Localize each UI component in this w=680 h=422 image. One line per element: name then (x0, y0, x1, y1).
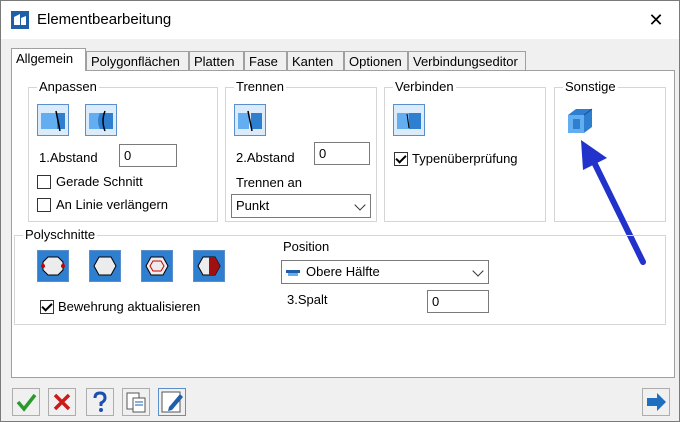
app-icon (11, 11, 29, 29)
bewehrung-checkbox[interactable] (40, 300, 54, 314)
group-anpassen: Anpassen 1.Abstand 0 Gerade Schnitt An L… (28, 79, 218, 222)
tab-polygonflaechen[interactable]: Polygonflächen (86, 51, 189, 71)
gerade-schnitt-checkbox[interactable] (37, 175, 51, 189)
window-title: Elementbearbeitung (37, 11, 172, 28)
close-button[interactable]: ✕ (643, 7, 669, 33)
cancel-button[interactable] (48, 388, 76, 416)
polyschnitt-hexagon-icon[interactable] (89, 250, 121, 282)
polyschnitt-half-icon[interactable] (193, 250, 225, 282)
group-sonstige-title: Sonstige (563, 79, 618, 94)
tab-optionen[interactable]: Optionen (344, 51, 408, 71)
tab-platten[interactable]: Platten (189, 51, 244, 71)
edit-button[interactable] (158, 388, 186, 416)
group-polyschnitte: Polyschnitte Bewehrung aktualisieren Pos… (14, 227, 666, 325)
abstand2-label: 2.Abstand (236, 150, 295, 165)
typenueberpruefung-label: Typenüberprüfung (412, 151, 518, 166)
title-bar: Elementbearbeitung ✕ (1, 1, 679, 39)
an-linie-checkbox[interactable] (37, 198, 51, 212)
bewehrung-label: Bewehrung aktualisieren (58, 299, 201, 314)
trennen-an-label: Trennen an (236, 175, 303, 190)
group-sonstige: Sonstige (554, 79, 666, 265)
abstand2-input[interactable]: 0 (314, 142, 370, 165)
tab-kanten[interactable]: Kanten (287, 51, 344, 71)
abstand1-input[interactable]: 0 (119, 144, 177, 167)
position-select[interactable]: Obere Hälfte (281, 260, 489, 284)
group-anpassen-title: Anpassen (37, 79, 99, 94)
tab-verbindungseditor[interactable]: Verbindungseditor (408, 51, 526, 71)
group-trennen-title: Trennen (234, 79, 286, 94)
spalt3-label: 3.Spalt (287, 292, 328, 307)
anpassen-curved-icon[interactable] (85, 104, 117, 136)
polyschnitt-octagon-icon[interactable] (37, 250, 69, 282)
sonstige-box-icon[interactable] (563, 104, 595, 136)
spalt3-input[interactable]: 0 (427, 290, 489, 313)
group-polyschnitte-title: Polyschnitte (23, 227, 98, 242)
polyschnitt-hexagon-inner-icon[interactable] (141, 250, 173, 282)
apply-arrow-button[interactable] (642, 388, 670, 416)
position-label: Position (283, 239, 330, 254)
help-button[interactable] (86, 388, 114, 416)
trennen-split-icon[interactable] (234, 104, 266, 136)
dialog-window: Elementbearbeitung ✕ Allgemein Polygonfl… (0, 0, 680, 422)
copy-settings-button[interactable] (122, 388, 150, 416)
group-verbinden: Verbinden Typenüberprüfung (384, 79, 546, 222)
chevron-down-icon (354, 199, 366, 211)
tab-panel-allgemein: Anpassen 1.Abstand 0 Gerade Schnitt An L… (11, 70, 675, 378)
ok-button[interactable] (12, 388, 40, 416)
group-trennen: Trennen 2.Abstand 0 Trennen an Punkt (225, 79, 377, 222)
anpassen-straight-icon[interactable] (37, 104, 69, 136)
chevron-down-icon (472, 265, 484, 277)
tab-allgemein[interactable]: Allgemein (11, 48, 86, 71)
gerade-schnitt-label: Gerade Schnitt (56, 174, 143, 189)
tab-fase[interactable]: Fase (244, 51, 287, 71)
half-section-icon (286, 270, 300, 276)
trennen-an-value: Punkt (236, 198, 270, 213)
typenueberpruefung-checkbox[interactable] (394, 152, 408, 166)
group-verbinden-title: Verbinden (393, 79, 456, 94)
verbinden-join-icon[interactable] (393, 104, 425, 136)
an-linie-label: An Linie verlängern (56, 197, 169, 212)
abstand1-label: 1.Abstand (39, 150, 98, 165)
trennen-an-select[interactable]: Punkt (231, 194, 371, 218)
position-value: Obere Hälfte (306, 264, 380, 279)
